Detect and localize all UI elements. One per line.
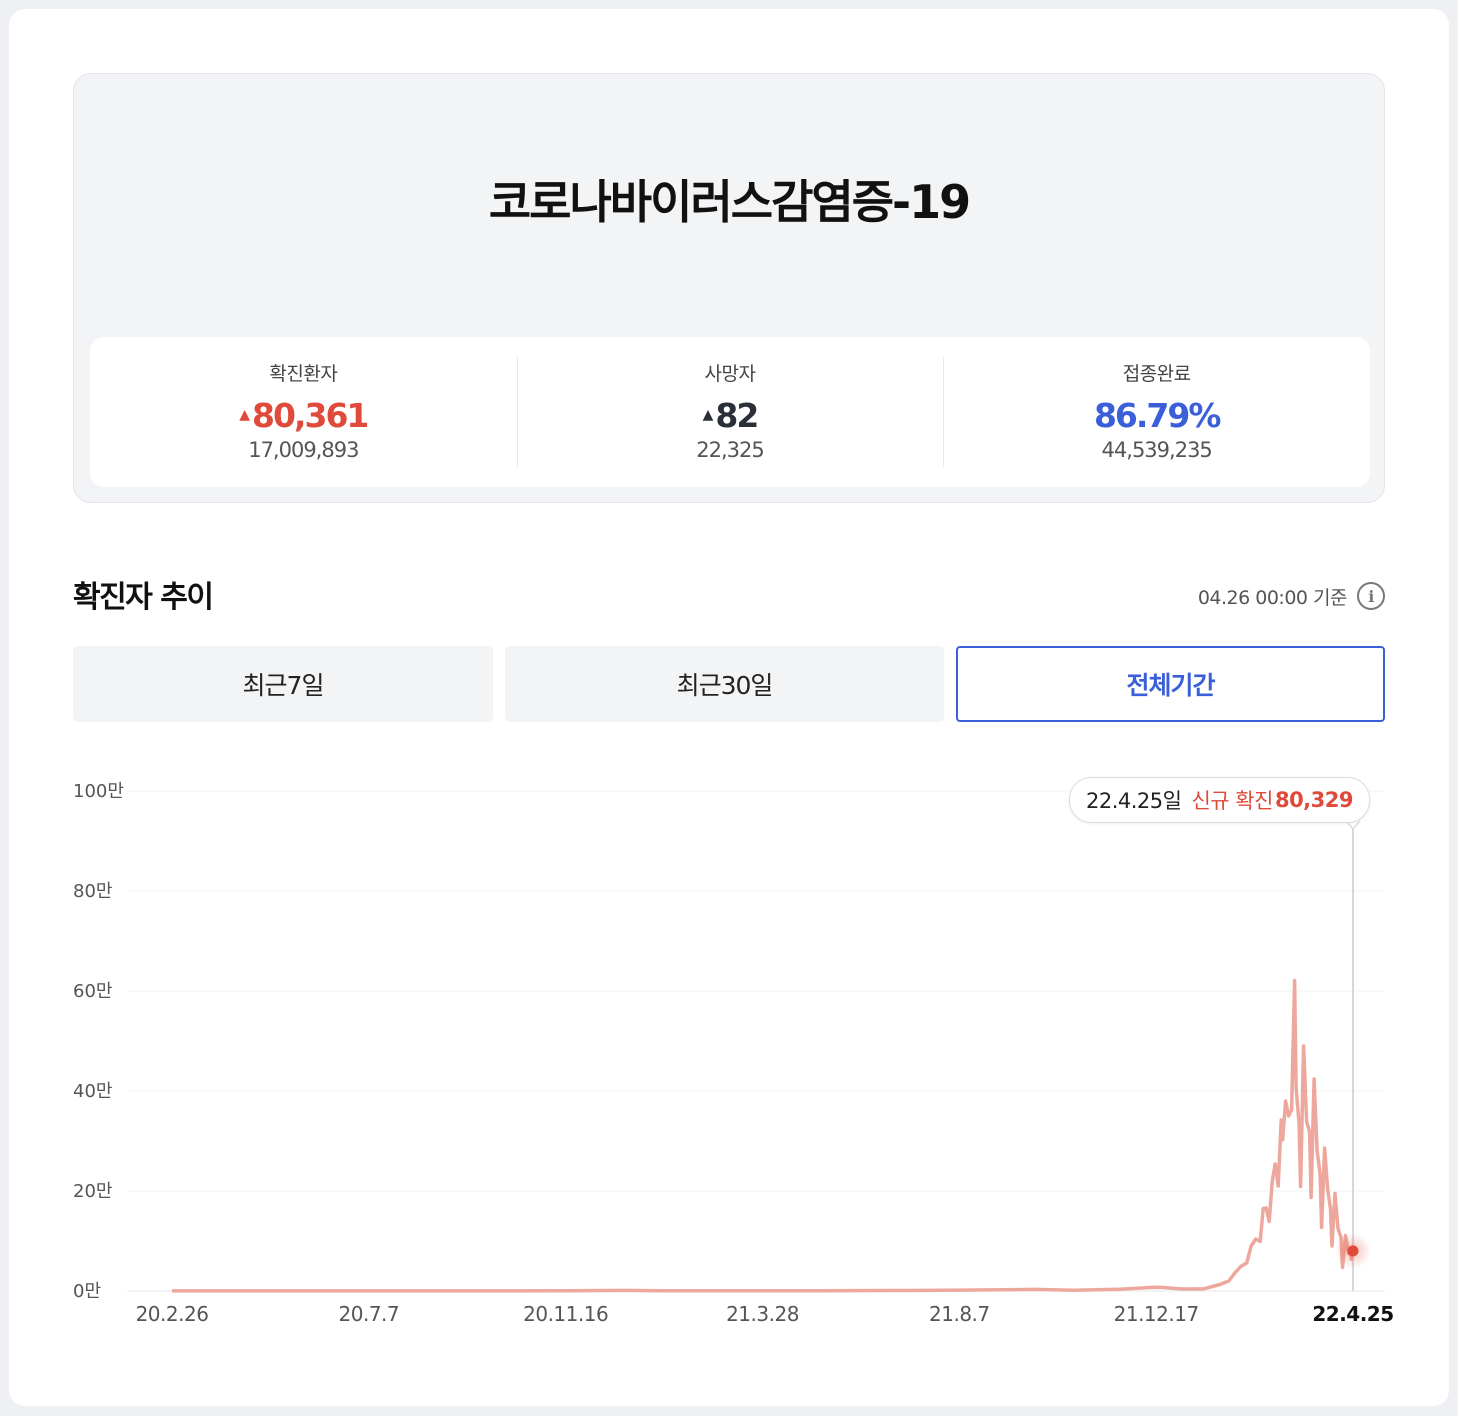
x-tick-label: 20.2.26	[136, 1302, 209, 1326]
y-tick-label: 100만	[73, 781, 124, 802]
y-tick-label: 40만	[73, 1081, 112, 1102]
highlight-point	[1347, 1245, 1359, 1257]
y-tick-label: 0만	[73, 1281, 101, 1302]
tooltip-date: 22.4.25일	[1086, 789, 1182, 813]
y-tick-label: 20만	[73, 1181, 112, 1202]
y-tick-label: 80만	[73, 881, 112, 902]
stat-deaths: 사망자 ▲ 82 22,325	[516, 337, 944, 487]
disease-title: 코로나바이러스감염증-19	[488, 175, 971, 229]
tab-all-period[interactable]: 전체기간	[956, 646, 1385, 722]
stat-label: 접종완료	[1122, 363, 1191, 385]
stat-total: 17,009,893	[248, 438, 359, 462]
summary-panel: 코로나바이러스감염증-19 확진환자 ▲ 80,361 17,009,893 사망…	[73, 73, 1385, 503]
x-tick-label: 21.3.28	[726, 1302, 799, 1326]
period-tabs: 최근7일 최근30일 전체기간	[73, 646, 1385, 722]
stat-value: ▲ 80,361	[239, 396, 369, 435]
confirmed-series-line	[172, 978, 1355, 1293]
trend-chart-svg: 100만 80만 60만 40만 20만 0만 20.2.26 20.7.7 20.11.16 2…	[73, 781, 1394, 1326]
stat-value: ▲ 82	[702, 396, 760, 435]
stat-label: 사망자	[704, 363, 756, 385]
stat-vaccinated: 접종완료 86.79% 44,539,235	[943, 337, 1370, 487]
y-tick-label: 60만	[73, 981, 112, 1002]
tooltip-label: 신규 확진	[1191, 789, 1273, 813]
x-tick-label: 22.4.25	[1312, 1302, 1393, 1326]
x-tick-label: 20.11.16	[523, 1302, 608, 1326]
trend-title: 확진자 추이	[73, 580, 214, 615]
tab-recent-7-days[interactable]: 최근7일	[73, 646, 493, 722]
chart-tooltip: 22.4.25일 신규 확진 80,329	[1069, 777, 1370, 823]
tooltip-value: 80,329	[1274, 788, 1354, 812]
stat-value: 86.79%	[1093, 396, 1221, 435]
basis-text: 04.26 00:00 기준	[1197, 586, 1348, 609]
stat-total: 44,539,235	[1101, 438, 1213, 462]
increase-arrow-icon: ▲	[239, 407, 250, 423]
x-tick-label: 21.12.17	[1114, 1302, 1199, 1326]
tab-recent-30-days[interactable]: 최근30일	[505, 646, 944, 722]
stat-total: 22,325	[696, 438, 764, 462]
trend-chart: 100만 80만 60만 40만 20만 0만 20.2.26 20.7.7 20.11.16 2…	[9, 769, 1449, 1369]
x-tick-label: 20.7.7	[339, 1302, 400, 1326]
info-icon[interactable]: i	[1357, 582, 1385, 610]
increase-arrow-icon: ▲	[702, 407, 714, 423]
stat-confirmed: 확진환자 ▲ 80,361 17,009,893	[90, 337, 517, 487]
x-tick-label: 21.8.7	[929, 1302, 990, 1326]
basis-time: 04.26 00:00 기준 i	[1198, 582, 1385, 610]
stat-label: 확진환자	[269, 363, 338, 385]
stats-row: 확진환자 ▲ 80,361 17,009,893 사망자 ▲ 82 22,325 접…	[90, 337, 1370, 487]
covid-card: 코로나바이러스감염증-19 확진환자 ▲ 80,361 17,009,893 사망…	[9, 9, 1449, 1406]
